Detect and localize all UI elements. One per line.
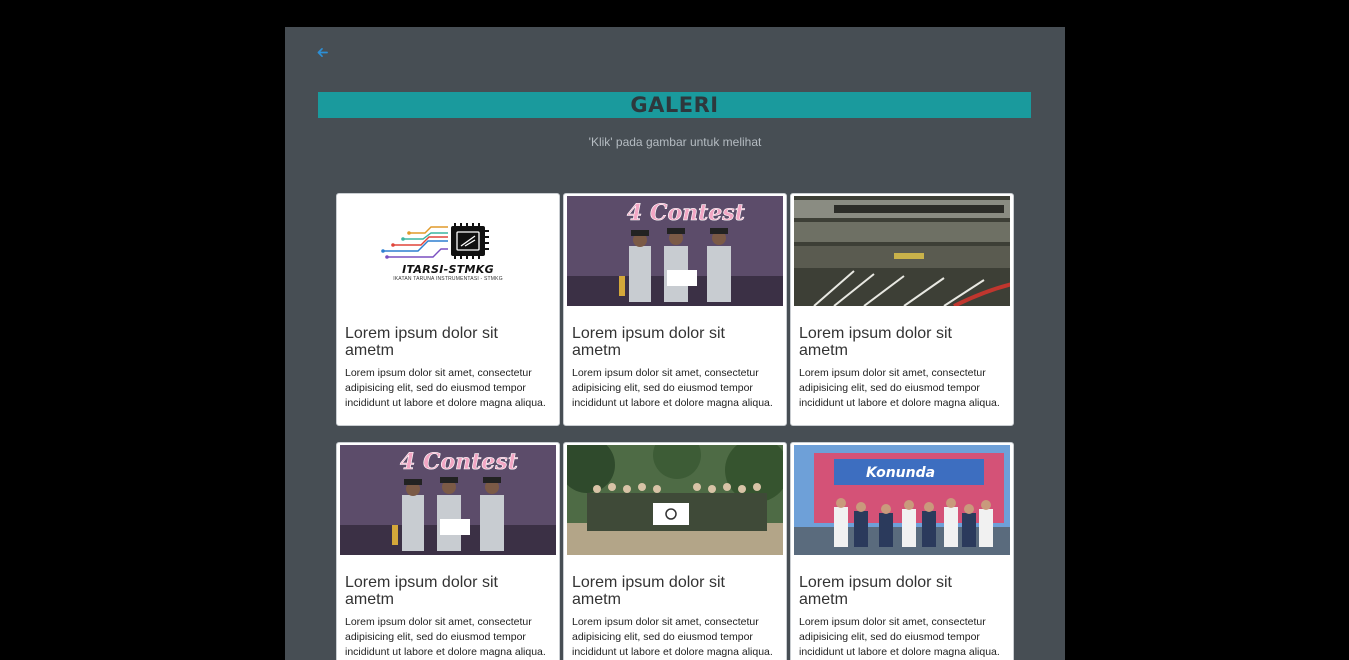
contest-photo-image: 4 Contest bbox=[340, 445, 556, 555]
card-text: Lorem ipsum dolor sit amet, consectetur … bbox=[345, 616, 546, 658]
card-title: Lorem ipsum dolor sit ametm bbox=[799, 325, 952, 359]
group-banner-photo[interactable]: Konunda bbox=[794, 445, 1010, 555]
gallery-card[interactable]: Lorem ipsum dolor sit ametm Lorem ipsum … bbox=[790, 193, 1014, 426]
logo-subtitle: IKATAN TARUNA INSTRUMENTASI - STMKG bbox=[393, 275, 503, 282]
gallery-grid: ITARSI-STMKG IKATAN TARUNA INSTRUMENTASI… bbox=[336, 193, 1014, 660]
card-title: Lorem ipsum dolor sit ametm bbox=[572, 574, 725, 608]
gallery-card[interactable]: Lorem ipsum dolor sit ametm Lorem ipsum … bbox=[563, 442, 787, 660]
network-photo-image bbox=[794, 196, 1010, 306]
card-title: Lorem ipsum dolor sit ametm bbox=[572, 325, 725, 359]
card-title: Lorem ipsum dolor sit ametm bbox=[345, 325, 498, 359]
network-switch-photo[interactable] bbox=[794, 196, 1010, 306]
itarsi-stmkg-logo[interactable]: ITARSI-STMKG IKATAN TARUNA INSTRUMENTASI… bbox=[340, 196, 556, 306]
card-text: Lorem ipsum dolor sit amet, consectetur … bbox=[799, 367, 1000, 409]
card-text: Lorem ipsum dolor sit amet, consectetur … bbox=[572, 367, 773, 409]
svg-text:Konunda: Konunda bbox=[866, 465, 935, 481]
card-text: Lorem ipsum dolor sit amet, consectetur … bbox=[799, 616, 1000, 658]
svg-text:4 Contest: 4 Contest bbox=[400, 449, 518, 475]
gallery-card[interactable]: Konunda Lorem ipsum dolor sit ametm Lore… bbox=[790, 442, 1014, 660]
group-outdoor-photo[interactable] bbox=[567, 445, 783, 555]
gallery-card[interactable]: 4 Contest Lorem ipsum dolor sit ametm Lo… bbox=[563, 193, 787, 426]
card-title: Lorem ipsum dolor sit ametm bbox=[799, 574, 952, 608]
card-title: Lorem ipsum dolor sit ametm bbox=[345, 574, 498, 608]
card-text: Lorem ipsum dolor sit amet, consectetur … bbox=[572, 616, 773, 658]
group-photo-image bbox=[567, 445, 783, 555]
page-title: GALERI bbox=[630, 93, 719, 117]
banner-photo-image: Konunda bbox=[794, 445, 1010, 555]
page-title-bar: GALERI bbox=[318, 92, 1031, 118]
svg-text:4 Contest: 4 Contest bbox=[627, 200, 745, 226]
card-text: Lorem ipsum dolor sit amet, consectetur … bbox=[345, 367, 546, 409]
gallery-panel: GALERI 'Klik' pada gambar untuk melihat bbox=[285, 27, 1065, 660]
contest-award-photo[interactable]: 4 Contest bbox=[567, 196, 783, 306]
circuit-chip-icon bbox=[381, 222, 489, 259]
contest-photo-image: 4 Contest bbox=[567, 196, 783, 306]
contest-award-photo[interactable]: 4 Contest bbox=[340, 445, 556, 555]
logo-name: ITARSI-STMKG bbox=[402, 262, 494, 276]
page-subtitle: 'Klik' pada gambar untuk melihat bbox=[588, 135, 762, 149]
gallery-card[interactable]: 4 Contest Lorem ipsum dolor sit ametm Lo… bbox=[336, 442, 560, 660]
back-button[interactable] bbox=[315, 45, 329, 59]
arrow-left-icon bbox=[317, 47, 328, 57]
gallery-card[interactable]: ITARSI-STMKG IKATAN TARUNA INSTRUMENTASI… bbox=[336, 193, 560, 426]
